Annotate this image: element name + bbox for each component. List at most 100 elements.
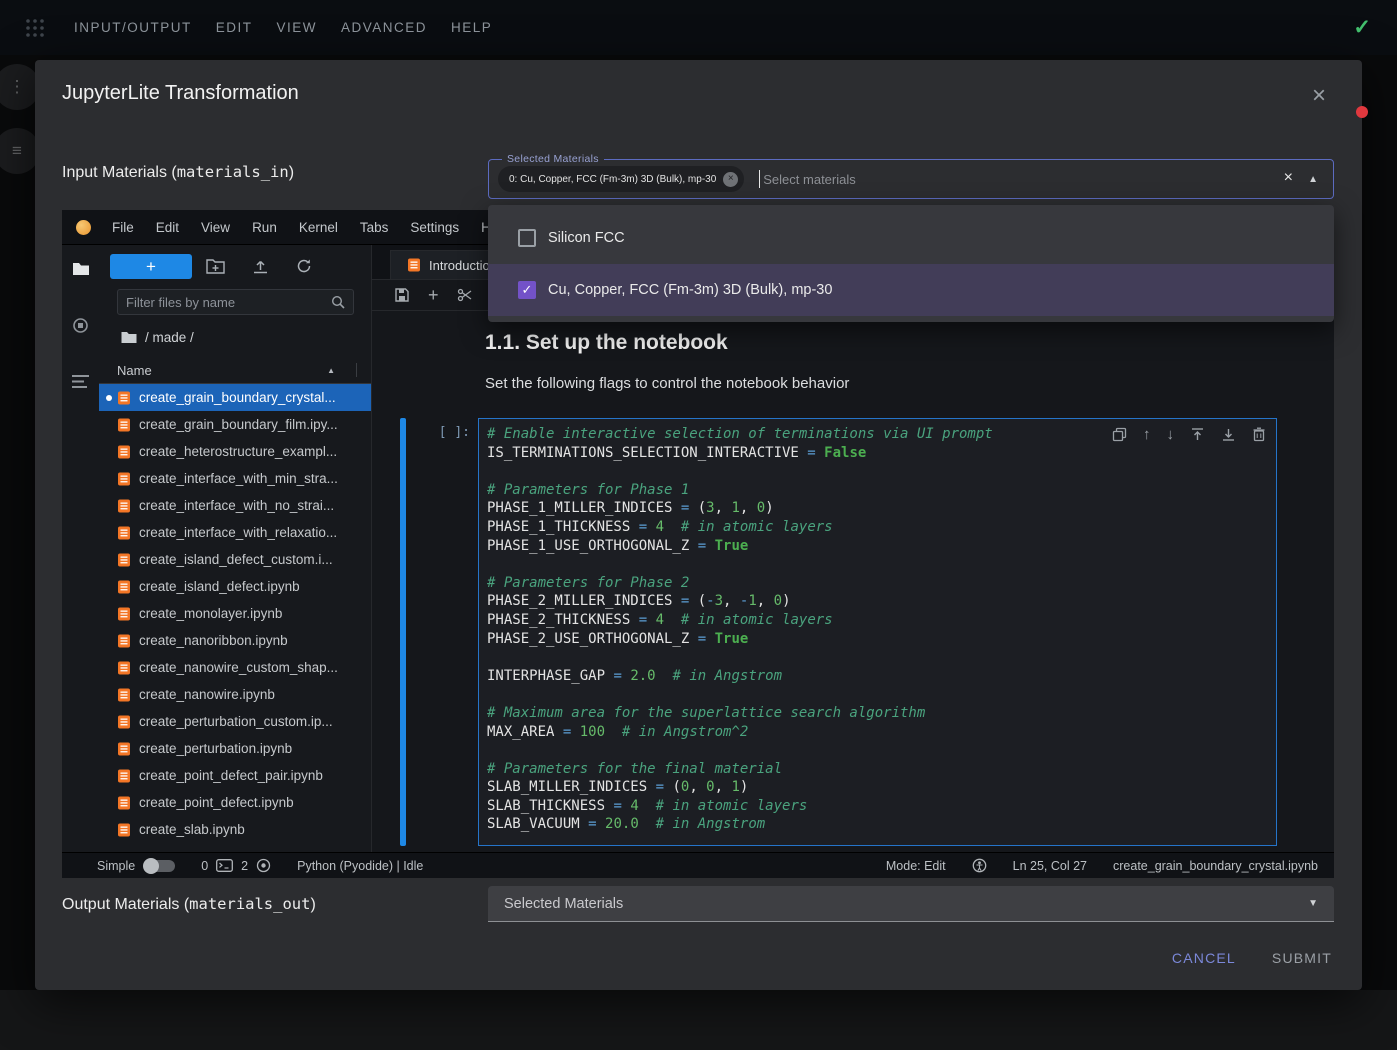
- file-item[interactable]: create_interface_with_relaxatio...: [99, 519, 371, 546]
- notebook-icon: [117, 391, 131, 405]
- close-icon[interactable]: ×: [1312, 84, 1326, 108]
- file-filter-input[interactable]: [126, 295, 331, 310]
- cell-collapser[interactable]: [400, 418, 406, 846]
- jupyter-menu-edit[interactable]: Edit: [145, 220, 190, 235]
- input-materials-label: Input Materials (materials_in): [62, 163, 294, 182]
- dialog-footer: CANCEL SUBMIT: [1172, 940, 1332, 976]
- file-item[interactable]: create_monolayer.ipynb: [99, 600, 371, 627]
- file-list-header[interactable]: Name ▲: [99, 357, 371, 384]
- material-option[interactable]: Silicon FCC: [488, 212, 1334, 264]
- file-item[interactable]: create_grain_boundary_film.ipy...: [99, 411, 371, 438]
- cancel-button[interactable]: CANCEL: [1172, 950, 1236, 966]
- dropdown-open-caret-icon[interactable]: ▲: [1308, 174, 1318, 185]
- file-item[interactable]: create_perturbation.ipynb: [99, 735, 371, 762]
- clear-selection-icon[interactable]: ×: [1284, 169, 1293, 187]
- code-cell[interactable]: # Enable interactive selection of termin…: [478, 418, 1277, 846]
- file-filter-field[interactable]: [117, 289, 354, 315]
- app-topbar: INPUT/OUTPUT EDIT VIEW ADVANCED HELP ✓: [0, 0, 1397, 55]
- cut-cell-icon[interactable]: [457, 287, 473, 303]
- code-line: PHASE_1_USE_ORTHOGONAL_Z = True: [487, 537, 1268, 556]
- simple-mode-label: Simple: [97, 859, 135, 873]
- save-icon[interactable]: [394, 287, 410, 303]
- running-sessions-tab-icon[interactable]: [72, 317, 89, 334]
- jupyter-menu-run[interactable]: Run: [241, 220, 288, 235]
- duplicate-cell-icon[interactable]: [1112, 427, 1127, 442]
- file-item[interactable]: create_nanowire.ipynb: [99, 681, 371, 708]
- code-line: INTERPHASE_GAP = 2.0 # in Angstrom: [487, 667, 1268, 686]
- jupyter-activity-bar: [62, 245, 99, 852]
- output-materials-select[interactable]: Selected Materials ▼: [488, 886, 1334, 922]
- simple-mode-toggle[interactable]: [145, 860, 175, 872]
- file-item[interactable]: create_point_defect.ipynb: [99, 789, 371, 816]
- move-cell-up-icon[interactable]: ↑: [1143, 427, 1151, 442]
- file-item[interactable]: create_perturbation_custom.ip...: [99, 708, 371, 735]
- file-browser-toolbar: +: [99, 245, 371, 287]
- file-item[interactable]: create_nanowire_custom_shap...: [99, 654, 371, 681]
- app-logo-icon[interactable]: [24, 17, 46, 39]
- kernel-icon[interactable]: [256, 858, 271, 873]
- file-browser-tab-icon[interactable]: [72, 261, 90, 277]
- breadcrumb[interactable]: / made /: [99, 323, 371, 351]
- file-item[interactable]: create_island_defect_custom.i...: [99, 546, 371, 573]
- insert-cell-below-icon[interactable]: [1221, 427, 1236, 442]
- chip-delete-icon[interactable]: ×: [723, 172, 738, 187]
- jupyter-menu-tabs[interactable]: Tabs: [349, 220, 400, 235]
- input-materials-select[interactable]: Selected Materials 0: Cu, Copper, FCC (F…: [488, 159, 1334, 199]
- file-item[interactable]: create_point_defect_pair.ipynb: [99, 762, 371, 789]
- file-item[interactable]: create_interface_with_no_strai...: [99, 492, 371, 519]
- code-line: [487, 741, 1268, 760]
- file-item[interactable]: create_nanoribbon.ipynb: [99, 627, 371, 654]
- breadcrumb-path: / made /: [145, 330, 194, 345]
- new-folder-icon[interactable]: [206, 258, 225, 274]
- delete-cell-icon[interactable]: [1252, 427, 1266, 442]
- notebook-icon: [117, 499, 131, 513]
- checkbox-checked-icon[interactable]: ✓: [518, 281, 536, 299]
- name-column-header[interactable]: Name: [117, 363, 152, 378]
- terminal-icon[interactable]: [216, 859, 233, 872]
- insert-cell-above-icon[interactable]: [1190, 427, 1205, 442]
- menu-view[interactable]: VIEW: [277, 20, 318, 35]
- kernel-status[interactable]: Python (Pyodide) | Idle: [297, 859, 423, 873]
- code-line: PHASE_2_MILLER_INDICES = (-3, -1, 0): [487, 592, 1268, 611]
- code-line: SLAB_MILLER_INDICES = (0, 0, 1): [487, 778, 1268, 797]
- confirm-check-icon[interactable]: ✓: [1353, 15, 1371, 40]
- home-folder-icon[interactable]: [121, 331, 137, 344]
- jupyter-menu-kernel[interactable]: Kernel: [288, 220, 349, 235]
- notebook-icon: [117, 553, 131, 567]
- code-editor[interactable]: # Enable interactive selection of termin…: [479, 419, 1276, 840]
- file-name: create_island_defect.ipynb: [139, 579, 300, 594]
- move-cell-down-icon[interactable]: ↓: [1167, 427, 1175, 442]
- new-launcher-button[interactable]: +: [110, 254, 192, 279]
- add-cell-icon[interactable]: +: [428, 286, 439, 304]
- refresh-icon[interactable]: [296, 258, 312, 274]
- upload-icon[interactable]: [252, 258, 269, 274]
- menu-advanced[interactable]: ADVANCED: [341, 20, 427, 35]
- jupyter-menu-view[interactable]: View: [190, 220, 241, 235]
- menu-input-output[interactable]: INPUT/OUTPUT: [74, 20, 192, 35]
- kernels-count[interactable]: 2: [241, 859, 248, 873]
- menu-edit[interactable]: EDIT: [216, 20, 253, 35]
- accessibility-icon[interactable]: [972, 858, 987, 873]
- material-option[interactable]: ✓Cu, Copper, FCC (Fm-3m) 3D (Bulk), mp-3…: [488, 264, 1334, 316]
- code-line: [487, 555, 1268, 574]
- file-item[interactable]: create_interface_with_min_stra...: [99, 465, 371, 492]
- file-item[interactable]: create_island_defect.ipynb: [99, 573, 371, 600]
- table-of-contents-tab-icon[interactable]: [72, 374, 89, 389]
- file-item[interactable]: create_slab.ipynb: [99, 816, 371, 843]
- code-line: [487, 462, 1268, 481]
- app-menubar: INPUT/OUTPUT EDIT VIEW ADVANCED HELP: [74, 20, 492, 35]
- submit-button[interactable]: SUBMIT: [1272, 950, 1332, 966]
- active-filename: create_grain_boundary_crystal.ipynb: [1113, 859, 1318, 873]
- selected-material-chip[interactable]: 0: Cu, Copper, FCC (Fm-3m) 3D (Bulk), mp…: [498, 166, 744, 192]
- checkbox-unchecked-icon[interactable]: [518, 229, 536, 247]
- file-item[interactable]: create_heterostructure_exampl...: [99, 438, 371, 465]
- terminals-count[interactable]: 0: [201, 859, 208, 873]
- output-materials-label: Output Materials (materials_out): [62, 895, 316, 914]
- cursor-position[interactable]: Ln 25, Col 27: [1013, 859, 1087, 873]
- editor-mode[interactable]: Mode: Edit: [886, 859, 946, 873]
- jupyter-menu-file[interactable]: File: [101, 220, 145, 235]
- jupyter-menu-settings[interactable]: Settings: [399, 220, 470, 235]
- menu-help[interactable]: HELP: [451, 20, 492, 35]
- file-item[interactable]: create_grain_boundary_crystal...: [99, 384, 371, 411]
- file-name: create_point_defect_pair.ipynb: [139, 768, 323, 783]
